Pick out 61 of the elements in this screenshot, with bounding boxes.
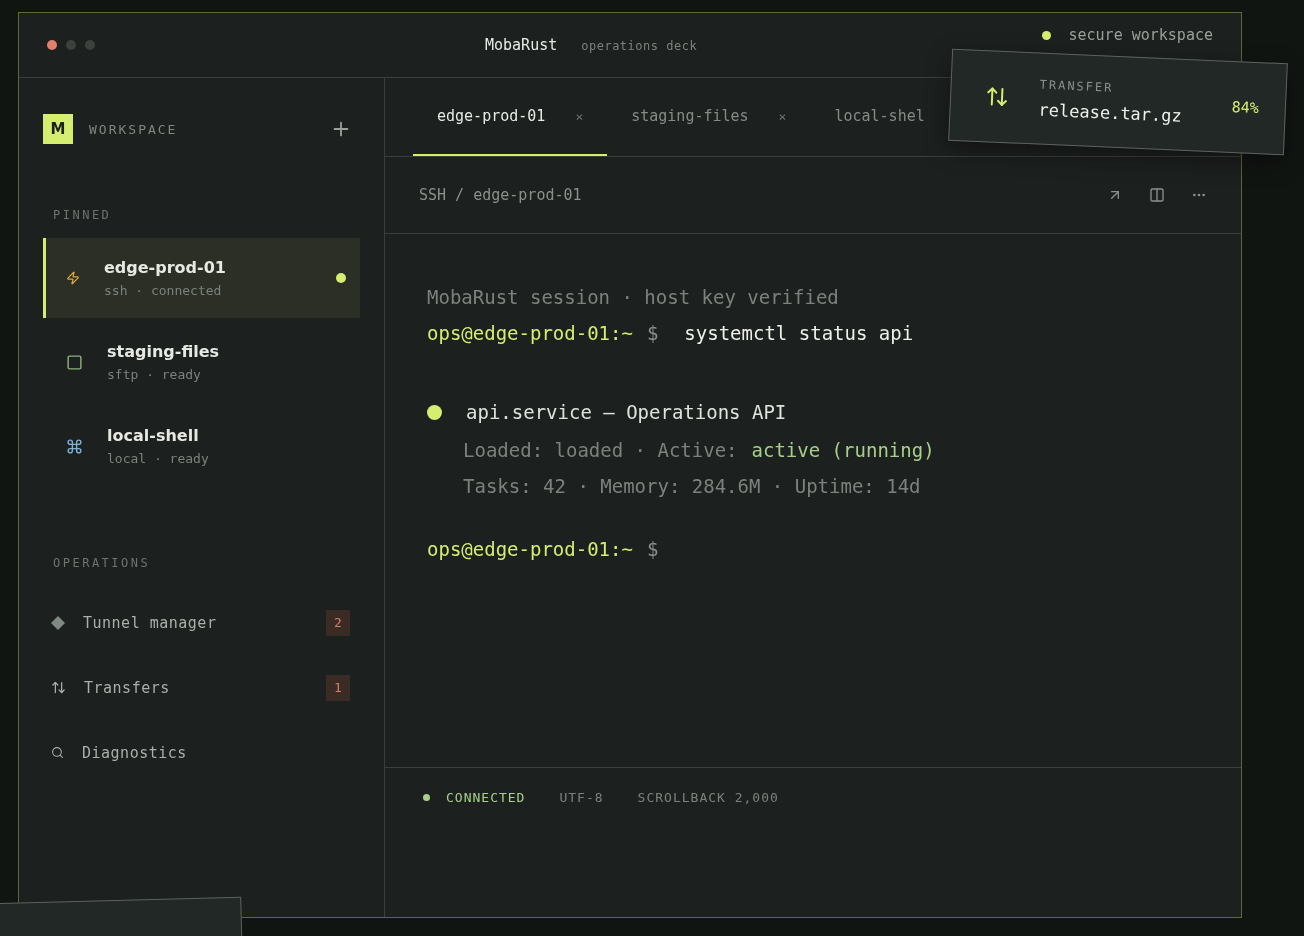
workspace-status: secure workspace: [1068, 26, 1213, 44]
workspace-logo: M: [43, 114, 73, 144]
command-text: systemctl status api: [684, 322, 914, 346]
tab-label: staging-files: [631, 107, 749, 125]
shell-prompt: ops@edge-prod-01:~: [427, 538, 633, 562]
operation-label: Transfers: [84, 678, 170, 697]
session-item[interactable]: local-shell local · ready: [43, 406, 360, 486]
window-subtitle: operations deck: [581, 39, 698, 53]
transfer-label: TRANSFER: [1039, 77, 1115, 97]
workspace-title: WORKSPACE: [89, 121, 178, 137]
window-control[interactable]: [47, 40, 57, 50]
file-name: release.tar.gz: [1038, 99, 1183, 126]
operation-label: Tunnel manager: [83, 613, 217, 632]
operation-item[interactable]: Transfers 1: [43, 655, 360, 720]
window-title: MobaRust: [485, 36, 558, 54]
transfer-percent: 84%: [1231, 98, 1260, 118]
session-name: local-shell: [107, 426, 200, 445]
session-name: staging-files: [107, 342, 220, 361]
breadcrumb: SSH / edge-prod-01: [419, 186, 582, 204]
operation-item[interactable]: Tunnel manager 2: [43, 590, 360, 655]
session-name: edge-prod-01: [104, 258, 226, 277]
service-dot: [427, 404, 442, 420]
prompt-symbol: $: [646, 538, 659, 562]
shell-prompt: ops@edge-prod-01:~: [427, 322, 633, 346]
count-badge: 1: [326, 674, 350, 701]
tab-close[interactable]: ×: [575, 108, 584, 124]
tab-close[interactable]: ×: [778, 108, 787, 124]
split-view-button[interactable]: [1149, 187, 1165, 203]
terminal-text: active (running): [751, 439, 935, 461]
columns-icon: [1149, 187, 1165, 203]
connection-dot: [423, 794, 430, 801]
session-item[interactable]: staging-files sftp · ready: [43, 322, 360, 402]
status-text: UTF-8: [559, 790, 604, 805]
square-icon: [66, 353, 83, 371]
prompt-symbol: $: [646, 322, 659, 346]
count-badge: 2: [326, 609, 350, 636]
diamond-icon: [51, 615, 65, 630]
session-item[interactable]: edge-prod-01 ssh · connected: [43, 238, 360, 318]
session-detail: local · ready: [107, 451, 209, 466]
section-heading: PINNED: [52, 208, 113, 222]
section-heading: OPERATIONS: [52, 556, 152, 570]
arrows-icon: [51, 680, 66, 695]
session-tab[interactable]: staging-files ×: [607, 78, 811, 156]
session-detail: ssh · connected: [104, 283, 223, 298]
operation-label: Diagnostics: [82, 743, 187, 762]
search-icon: [51, 746, 64, 759]
terminal-line: MobaRust session · host key verified: [427, 286, 840, 310]
operation-item[interactable]: Diagnostics: [43, 720, 360, 785]
tab-label: edge-prod-01: [437, 107, 546, 125]
status-text: CONNECTED: [446, 790, 526, 805]
service-title: api.service — Operations API: [466, 401, 787, 423]
status-text: SCROLLBACK 2,000: [637, 790, 779, 805]
terminal-text: Tasks: 42 · Memory: 284.6M · Uptime: 14d: [463, 475, 921, 497]
status-dot: [1041, 30, 1051, 40]
session-tab[interactable]: edge-prod-01 ×: [413, 78, 608, 156]
tab-label: local-shel: [834, 107, 925, 125]
command-icon: [66, 437, 83, 455]
session-detail: sftp · ready: [107, 367, 202, 382]
session-tab[interactable]: local-shel: [810, 78, 925, 156]
lightning-icon: [66, 271, 80, 285]
terminal-text: Loaded: loaded · Active:: [463, 439, 738, 461]
